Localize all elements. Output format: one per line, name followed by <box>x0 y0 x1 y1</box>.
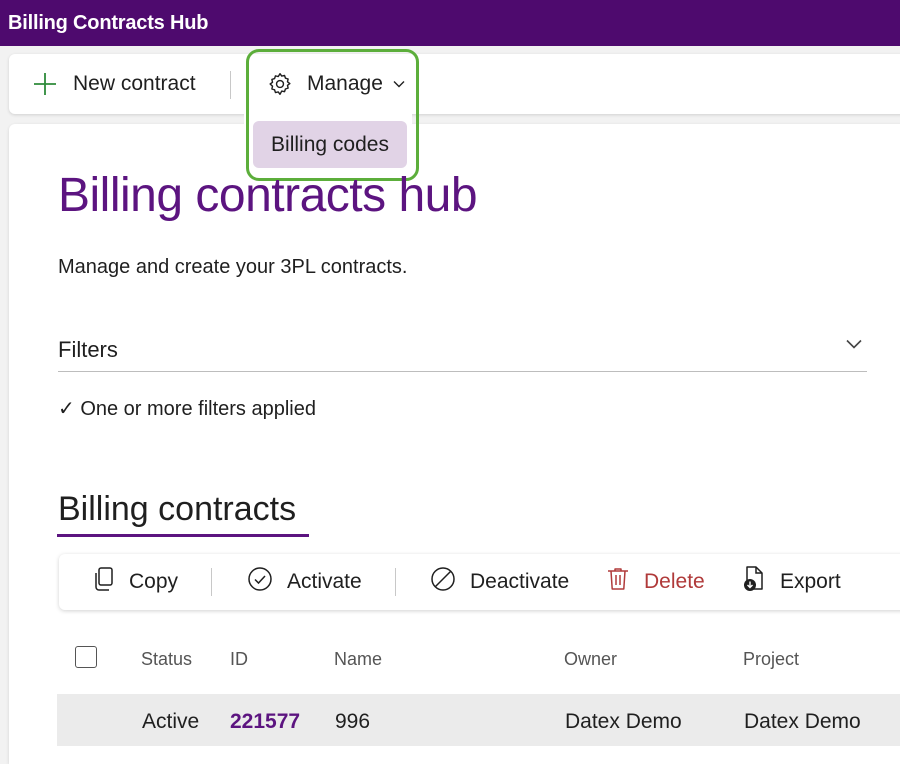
manage-dropdown-menu: Billing codes <box>244 112 412 173</box>
column-header-status[interactable]: Status <box>141 649 192 670</box>
section-title-underline <box>57 534 309 537</box>
prohibited-icon <box>430 566 456 598</box>
command-bar: New contract Manage <box>9 54 900 114</box>
menu-item-billing-codes[interactable]: Billing codes <box>253 121 407 168</box>
filters-divider <box>58 371 867 372</box>
toolbar-divider <box>395 568 396 596</box>
page-subtitle: Manage and create your 3PL contracts. <box>58 256 408 278</box>
column-header-id[interactable]: ID <box>230 649 248 670</box>
export-button[interactable]: Export <box>742 554 841 610</box>
delete-label: Delete <box>644 570 705 593</box>
deactivate-label: Deactivate <box>470 570 570 593</box>
manage-button[interactable]: Manage <box>267 54 405 114</box>
section-title-billing-contracts: Billing contracts <box>58 490 297 528</box>
new-contract-button[interactable]: New contract <box>33 54 196 114</box>
check-circle-icon <box>247 566 273 598</box>
copy-label: Copy <box>129 570 179 593</box>
app-title: Billing Contracts Hub <box>8 12 209 34</box>
cell-status: Active <box>142 710 200 733</box>
cell-project: Datex Demo <box>744 710 861 733</box>
activate-button[interactable]: Activate <box>247 554 362 610</box>
export-document-icon <box>742 565 766 599</box>
new-contract-label: New contract <box>73 72 196 95</box>
activate-label: Activate <box>287 570 362 593</box>
toolbar-divider <box>211 568 212 596</box>
filters-toggle[interactable]: Filters <box>58 337 118 363</box>
cell-id-link[interactable]: 221577 <box>230 710 300 734</box>
copy-icon <box>93 566 115 598</box>
chevron-down-icon <box>393 80 405 88</box>
deactivate-button[interactable]: Deactivate <box>430 554 569 610</box>
plus-icon <box>33 72 57 96</box>
chevron-down-icon[interactable] <box>845 337 863 355</box>
cell-name: 996 <box>335 710 371 733</box>
copy-button[interactable]: Copy <box>93 554 178 610</box>
trash-icon <box>606 566 630 598</box>
column-header-project[interactable]: Project <box>743 649 799 670</box>
command-bar-divider <box>230 71 231 99</box>
cell-owner: Datex Demo <box>565 710 682 733</box>
delete-button[interactable]: Delete <box>606 554 705 610</box>
manage-label: Manage <box>307 72 383 95</box>
page-title: Billing contracts hub <box>58 169 478 222</box>
filters-applied-status: ✓ One or more filters applied <box>58 398 316 420</box>
contracts-toolbar: Copy Activate Deactivate Delete Export <box>59 554 900 610</box>
export-label: Export <box>780 570 841 593</box>
gear-icon <box>267 71 293 97</box>
column-header-owner[interactable]: Owner <box>564 649 617 670</box>
column-header-name[interactable]: Name <box>334 649 382 670</box>
app-title-bar: Billing Contracts Hub <box>0 0 900 46</box>
select-all-checkbox[interactable] <box>75 646 97 668</box>
